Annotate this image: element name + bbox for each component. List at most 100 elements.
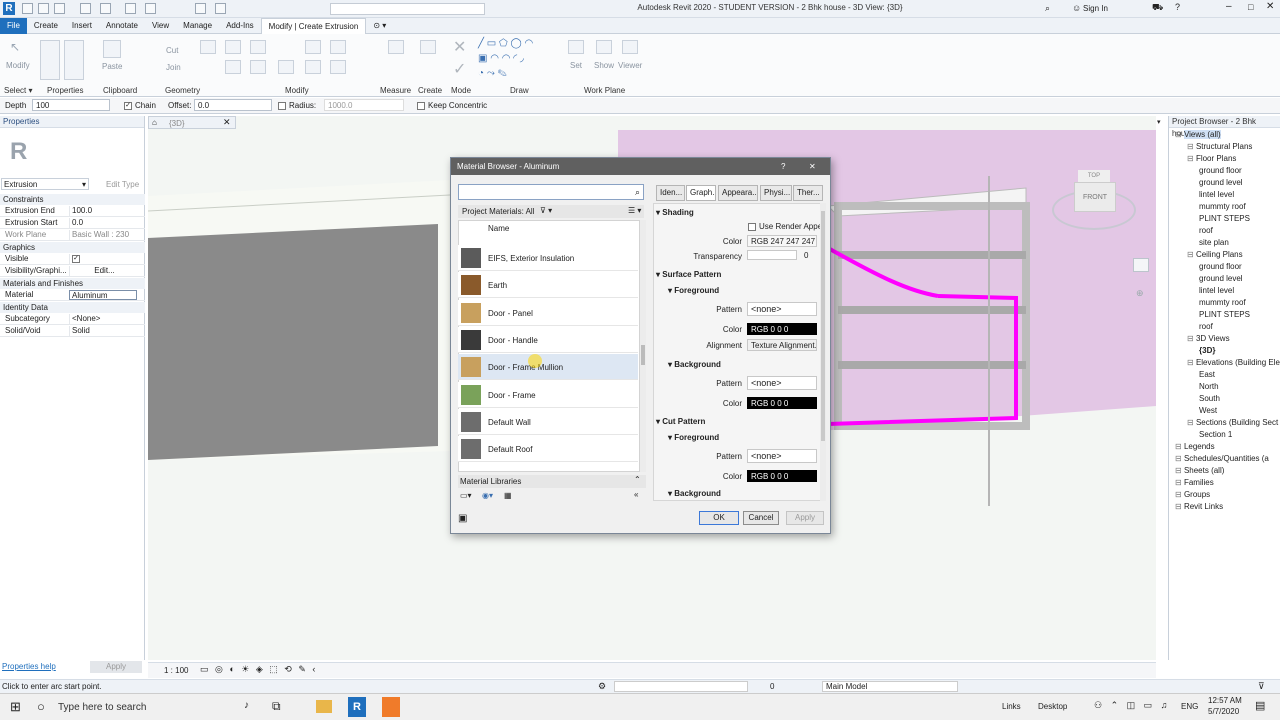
name-column-header[interactable]: Name <box>488 224 509 233</box>
view-tab-3d[interactable]: ⌂ {3D} ✕ <box>148 116 236 129</box>
revit-taskbar-icon[interactable]: R <box>348 697 366 717</box>
align-icon[interactable] <box>225 40 241 54</box>
tab-thermal[interactable]: Ther... <box>793 185 823 201</box>
clock-time[interactable]: 12:57 AM <box>1208 696 1242 705</box>
windows-start-icon[interactable]: ⊞ <box>10 699 21 715</box>
clock-date[interactable]: 5/7/2020 <box>1208 707 1239 716</box>
texture-alignment-button[interactable]: Texture Alignment... <box>747 339 817 351</box>
browser-item[interactable]: PLINT STEPS <box>1199 214 1250 223</box>
view-controls-icon[interactable]: ▭ ◎ ◐ ☀ ◈ ⬚ ⟲ ✎ ‹ <box>200 664 317 675</box>
minimize-icon[interactable]: – <box>1226 1 1232 12</box>
transparency-slider[interactable] <box>747 250 797 260</box>
expand-icon[interactable]: ⊟ <box>1187 334 1196 343</box>
browser-item[interactable]: ⊟ 3D Views <box>1187 334 1230 343</box>
tab-annotate[interactable]: Annotate <box>99 18 145 34</box>
tab-graphics[interactable]: Graph... <box>686 185 716 201</box>
file-explorer-icon[interactable] <box>316 700 332 713</box>
browser-item[interactable]: roof <box>1199 322 1213 331</box>
viewcube[interactable]: TOP FRONT <box>1050 170 1138 236</box>
measure-tool-icon[interactable] <box>388 40 404 54</box>
sign-in-link[interactable]: Sign In <box>1083 4 1108 13</box>
desktop-toolbar[interactable]: Desktop <box>1038 702 1067 711</box>
revit-logo-icon[interactable]: R <box>3 2 15 15</box>
paste-button[interactable]: Paste <box>102 62 122 71</box>
browser-item[interactable]: {3D} <box>1199 346 1215 355</box>
tab-file[interactable]: File <box>0 17 27 34</box>
browser-item[interactable]: ⊟ Revit Links <box>1175 502 1223 511</box>
show-button[interactable]: Show <box>594 61 614 70</box>
array-icon[interactable] <box>330 40 346 54</box>
ribbon-toggle-icon[interactable]: ⊙ ▾ <box>366 18 393 34</box>
cancel-button[interactable]: Cancel <box>743 511 779 525</box>
expand-icon[interactable]: ⊟ <box>1175 478 1184 487</box>
material-search-input[interactable]: ⌕ <box>458 184 644 200</box>
expand-icon[interactable]: ⊟ <box>1175 130 1184 139</box>
properties-icon[interactable] <box>40 40 60 80</box>
section-graphics[interactable]: Graphics <box>0 242 145 253</box>
browser-item[interactable]: East <box>1199 370 1215 379</box>
open-library-icon[interactable]: ▭▾ <box>460 491 472 500</box>
browser-item[interactable]: site plan <box>1199 238 1229 247</box>
tab-identity[interactable]: Iden... <box>656 185 685 201</box>
browser-item[interactable]: Section 1 <box>1199 430 1232 439</box>
extrusion-end-row[interactable]: Extrusion End 100.0 <box>0 205 145 217</box>
expand-icon[interactable]: ⊟ <box>1187 418 1196 427</box>
solid-void-row[interactable]: Solid/Void Solid <box>0 325 145 337</box>
edit-type-button[interactable]: Edit Type <box>106 180 139 189</box>
geometry-icon[interactable] <box>200 40 216 54</box>
offset-icon[interactable] <box>250 60 266 74</box>
zoom-icon[interactable]: ⊕ <box>1136 288 1144 299</box>
browser-item[interactable]: ground level <box>1199 178 1243 187</box>
browser-item[interactable]: ⊟ Views (all) <box>1175 130 1221 139</box>
material-row[interactable]: Door - Panel <box>458 299 638 326</box>
globe-icon[interactable]: ◉▾ <box>482 491 493 500</box>
material-row[interactable]: Default Wall <box>458 408 638 435</box>
collapse-left-icon[interactable]: « <box>634 490 638 499</box>
visible-row[interactable]: Visible ✓ <box>0 253 145 265</box>
scrollbar-thumb[interactable] <box>641 345 645 365</box>
section-constraints[interactable]: Constraints <box>0 194 145 205</box>
tab-manage[interactable]: Manage <box>176 18 219 34</box>
mirror-icon[interactable] <box>305 40 321 54</box>
browser-item[interactable]: mummty roof <box>1199 202 1246 211</box>
view-tab-close-icon[interactable]: ✕ <box>223 117 231 128</box>
quick-search-input[interactable] <box>330 3 485 15</box>
panel-select[interactable]: Select ▾ <box>4 86 32 95</box>
browser-item[interactable]: West <box>1199 406 1217 415</box>
measure-icon[interactable] <box>145 3 156 14</box>
visible-checkbox[interactable]: ✓ <box>69 254 137 264</box>
radius-checkbox[interactable]: Radius: <box>278 101 316 110</box>
offset-input[interactable]: 0.0 <box>194 99 272 111</box>
expand-icon[interactable]: ⊟ <box>1175 502 1184 511</box>
chain-checkbox[interactable]: ✓ Chain <box>124 101 156 110</box>
viewcube-top[interactable]: TOP <box>1078 170 1110 182</box>
paste-icon[interactable] <box>103 40 121 58</box>
material-libraries-header[interactable]: Material Libraries ⌃ <box>458 475 646 488</box>
use-render-appearance-checkbox[interactable]: Use Render Appe <box>748 222 820 231</box>
type-properties-icon[interactable] <box>64 40 84 80</box>
modify-button[interactable]: Modify <box>6 61 30 70</box>
browser-item[interactable]: ground floor <box>1199 262 1242 271</box>
model-selector[interactable]: Main Model <box>822 681 958 692</box>
copy-icon[interactable] <box>305 60 321 74</box>
material-editor-toggle-icon[interactable]: ▣ <box>458 513 467 524</box>
draw-pick-icon[interactable]: ◔ ⤳ ✎ <box>478 68 507 79</box>
browser-item[interactable]: ⊟ Sheets (all) <box>1175 466 1224 475</box>
print-icon[interactable] <box>125 3 136 14</box>
expand-icon[interactable]: ⊟ <box>1187 142 1196 151</box>
scrollbar-collapse-icon[interactable]: ▾ <box>1157 118 1161 126</box>
filter-icon[interactable]: ⊽ <box>1258 681 1265 692</box>
tab-create[interactable]: Create <box>27 18 65 34</box>
material-row[interactable]: Door - Frame Mullion <box>458 354 638 381</box>
open-icon[interactable] <box>22 3 33 14</box>
user-icon[interactable]: ☺ <box>1072 3 1081 13</box>
expand-icon[interactable]: ⊟ <box>1175 466 1184 475</box>
material-row[interactable]: Door - Handle <box>458 326 638 353</box>
tab-modify-create-extrusion[interactable]: Modify | Create Extrusion <box>260 17 367 34</box>
subcategory-value[interactable]: <None> <box>69 314 137 324</box>
maximize-icon[interactable]: □ <box>1248 2 1253 12</box>
cart-icon[interactable]: ⛟ <box>1152 2 1163 14</box>
microphone-icon[interactable]: ♪ <box>244 700 249 711</box>
draw-arc-icon[interactable]: ▣ ◠ ◠ ◜ ◞ <box>478 53 524 64</box>
cut-pattern-group[interactable]: ▾ Cut Pattern <box>656 417 705 426</box>
